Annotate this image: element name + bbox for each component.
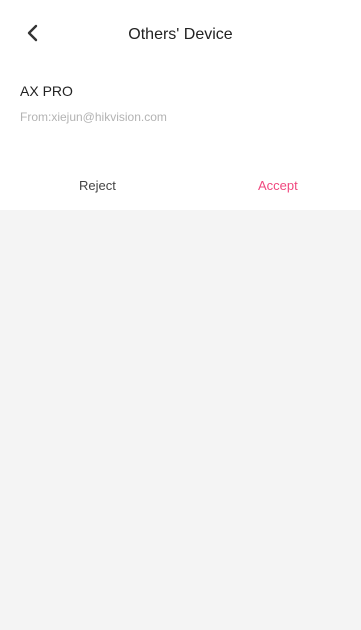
device-name: AX PRO — [20, 83, 73, 99]
app-screen: Others' Device AX PRO From:xiejun@hikvis… — [0, 0, 361, 630]
top-bar: Others' Device — [0, 0, 361, 70]
page-title: Others' Device — [128, 26, 233, 43]
device-share-card: AX PRO From:xiejun@hikvision.com Reject … — [0, 70, 361, 210]
device-from: From:xiejun@hikvision.com — [20, 110, 167, 124]
reject-button[interactable]: Reject — [79, 178, 116, 193]
accept-button[interactable]: Accept — [258, 178, 298, 193]
